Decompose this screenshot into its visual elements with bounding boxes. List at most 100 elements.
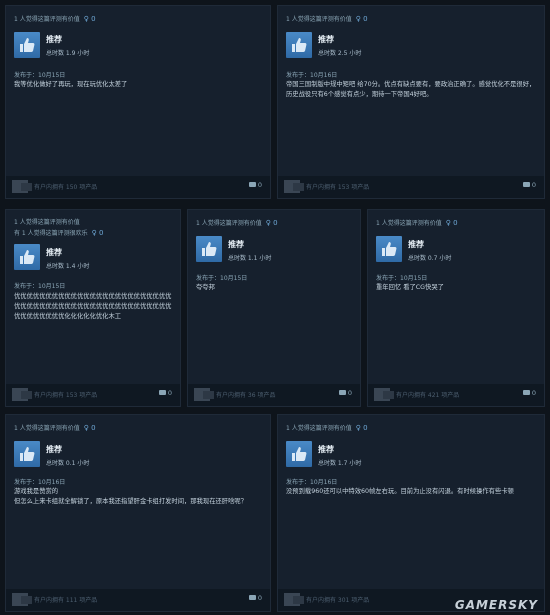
comment-number: 0	[531, 181, 536, 189]
thumbs-up-icon	[286, 32, 312, 58]
recommendation-label: 推荐	[408, 240, 424, 249]
recommendation-label: 推荐	[318, 35, 334, 44]
thumbs-up-icon	[376, 236, 402, 262]
review-footer: 有户内拥有 111 项产品 0	[6, 589, 270, 611]
review-footer: 有户内拥有 153 项产品 0	[278, 176, 544, 198]
helpful-text: 1 人觉得这篇评测有价值	[14, 16, 80, 23]
gamersky-watermark: GAMERSKY	[454, 598, 538, 612]
review-body: 夸夸邦	[196, 284, 215, 291]
comment-icon	[522, 390, 530, 395]
avatar[interactable]	[374, 388, 394, 401]
comment-count[interactable]: 0	[248, 181, 262, 189]
avatar[interactable]	[12, 593, 32, 606]
award-count: 0	[91, 424, 96, 432]
recommendation-label: 推荐	[46, 445, 62, 454]
thumbs-up-icon	[14, 32, 40, 58]
award-icon[interactable]: ♀ 0	[84, 15, 96, 23]
comment-number: 0	[257, 181, 262, 189]
playtime: 总时数 1.1 小时	[228, 255, 272, 262]
recommendation-label: 推荐	[46, 248, 62, 257]
comment-count[interactable]: 0	[522, 181, 536, 189]
review-body: 没预到载960还可以中特效60帧左右玩。目前为止没有闪退。有时候操作有些卡顿	[286, 488, 514, 495]
avatar[interactable]	[12, 388, 32, 401]
helpful-text: 1 人觉得这篇评测有价值	[376, 220, 442, 227]
award-icon[interactable]: ♀ 0	[356, 15, 368, 23]
award-icon[interactable]: ♀ 0	[266, 219, 278, 227]
author-products: 有户内拥有 153 项产品	[306, 184, 370, 191]
review-body: 我等优化做好了再玩，现在玩优化太差了	[14, 81, 128, 88]
award-icon[interactable]: ♀ 0	[84, 424, 96, 432]
review-card[interactable]: 1 人觉得这篇评测有价值 ♀ 0 推荐 总时数 2.5 小时 发布于：10月16日…	[277, 5, 545, 199]
funny-text: 有 1 人觉得这篇评测很欢乐	[14, 230, 88, 237]
award-count: 0	[273, 219, 278, 227]
review-card[interactable]: 1 人觉得这篇评测有价值 ♀ 0 推荐 总时数 0.1 小时 发布于：10月16日…	[5, 414, 271, 612]
review-body: 游戏我是赞赏的 但怎么上来卡组就全解锁了，原本我还指望肝金卡组打发时间，那我现在…	[14, 488, 247, 505]
posted-date: 发布于：10月16日	[14, 479, 66, 486]
comment-number: 0	[257, 594, 262, 602]
posted-date: 发布于：10月15日	[14, 283, 66, 290]
author-products: 有户内拥有 301 项产品	[306, 597, 370, 604]
helpful-text: 1 人觉得这篇评测有价值	[14, 219, 80, 226]
posted-date: 发布于：10月16日	[286, 72, 338, 79]
author-products: 有户内拥有 111 项产品	[34, 597, 98, 604]
comment-number: 0	[531, 389, 536, 397]
comment-count[interactable]: 0	[248, 594, 262, 602]
author-products: 有户内拥有 150 项产品	[34, 184, 98, 191]
recommendation-label: 推荐	[228, 240, 244, 249]
review-body: 优优优优优优优优优优优优优优优优优优优优优优优优优优优优优优优优优优优优优优优优…	[14, 293, 172, 320]
comment-count[interactable]: 0	[338, 389, 352, 397]
review-card[interactable]: 1 人觉得这篇评测有价值 ♀ 0 推荐 总时数 1.7 小时 发布于：10月16日…	[277, 414, 545, 612]
review-body: 重年回忆 看了CG快哭了	[376, 284, 444, 291]
posted-date: 发布于：10月16日	[286, 479, 338, 486]
helpful-count: 1 人觉得这篇评测有价值 ♀ 0	[376, 218, 536, 229]
helpful-text: 1 人觉得这篇评测有价值	[286, 425, 352, 432]
playtime: 总时数 0.1 小时	[46, 460, 90, 467]
avatar[interactable]	[284, 593, 304, 606]
review-card[interactable]: 1 人觉得这篇评测有价值 有 1 人觉得这篇评测很欢乐 ♀ 0 推荐 总时数 1.…	[5, 209, 181, 407]
playtime: 总时数 2.5 小时	[318, 50, 362, 57]
comment-count[interactable]: 0	[158, 389, 172, 397]
recommendation-label: 推荐	[318, 445, 334, 454]
comment-icon	[248, 182, 256, 187]
comment-number: 0	[347, 389, 352, 397]
thumbs-up-icon	[14, 441, 40, 467]
comment-icon	[158, 390, 166, 395]
helpful-count: 1 人觉得这篇评测有价值 ♀ 0	[14, 423, 262, 434]
review-card[interactable]: 1 人觉得这篇评测有价值 ♀ 0 推荐 总时数 1.9 小时 发布于：10月15日…	[5, 5, 271, 199]
review-body: 帝国三国制版中规中矩吧 给70分。优点有缺点要有，要政治正确了。感觉优化不是很好…	[286, 81, 536, 98]
award-icon[interactable]: ♀ 0	[356, 424, 368, 432]
posted-date: 发布于：10月15日	[196, 275, 248, 282]
comment-number: 0	[167, 389, 172, 397]
thumbs-up-icon	[196, 236, 222, 262]
posted-date: 发布于：10月15日	[376, 275, 428, 282]
author-products: 有户内拥有 153 项产品	[34, 392, 98, 399]
avatar[interactable]	[194, 388, 214, 401]
helpful-text: 1 人觉得这篇评测有价值	[286, 16, 352, 23]
review-footer: 有户内拥有 153 项产品 0	[6, 384, 180, 406]
review-card[interactable]: 1 人觉得这篇评测有价值 ♀ 0 推荐 总时数 1.1 小时 发布于：10月15日…	[187, 209, 361, 407]
thumbs-up-icon	[286, 441, 312, 467]
playtime: 总时数 1.7 小时	[318, 460, 362, 467]
helpful-text: 1 人觉得这篇评测有价值	[196, 220, 262, 227]
posted-date: 发布于：10月15日	[14, 72, 66, 79]
avatar[interactable]	[12, 180, 32, 193]
award-count: 0	[91, 15, 96, 23]
review-footer: 有户内拥有 150 项产品 0	[6, 176, 270, 198]
comment-count[interactable]: 0	[522, 389, 536, 397]
helpful-count: 1 人觉得这篇评测有价值 ♀ 0	[14, 14, 262, 25]
playtime: 总时数 1.4 小时	[46, 263, 90, 270]
helpful-count: 1 人觉得这篇评测有价值 ♀ 0	[286, 14, 536, 25]
award-count: 0	[453, 219, 458, 227]
award-icon[interactable]: ♀ 0	[92, 229, 104, 237]
review-card[interactable]: 1 人觉得这篇评测有价值 ♀ 0 推荐 总时数 0.7 小时 发布于：10月15日…	[367, 209, 545, 407]
author-products: 有户内拥有 36 项产品	[216, 392, 276, 399]
award-icon[interactable]: ♀ 0	[446, 219, 458, 227]
thumbs-up-icon	[14, 244, 40, 270]
helpful-text: 1 人觉得这篇评测有价值	[14, 425, 80, 432]
recommendation-label: 推荐	[46, 35, 62, 44]
helpful-count: 1 人觉得这篇评测有价值 ♀ 0	[286, 423, 536, 434]
avatar[interactable]	[284, 180, 304, 193]
playtime: 总时数 0.7 小时	[408, 255, 452, 262]
comment-icon	[338, 390, 346, 395]
review-footer: 有户内拥有 421 项产品 0	[368, 384, 544, 406]
